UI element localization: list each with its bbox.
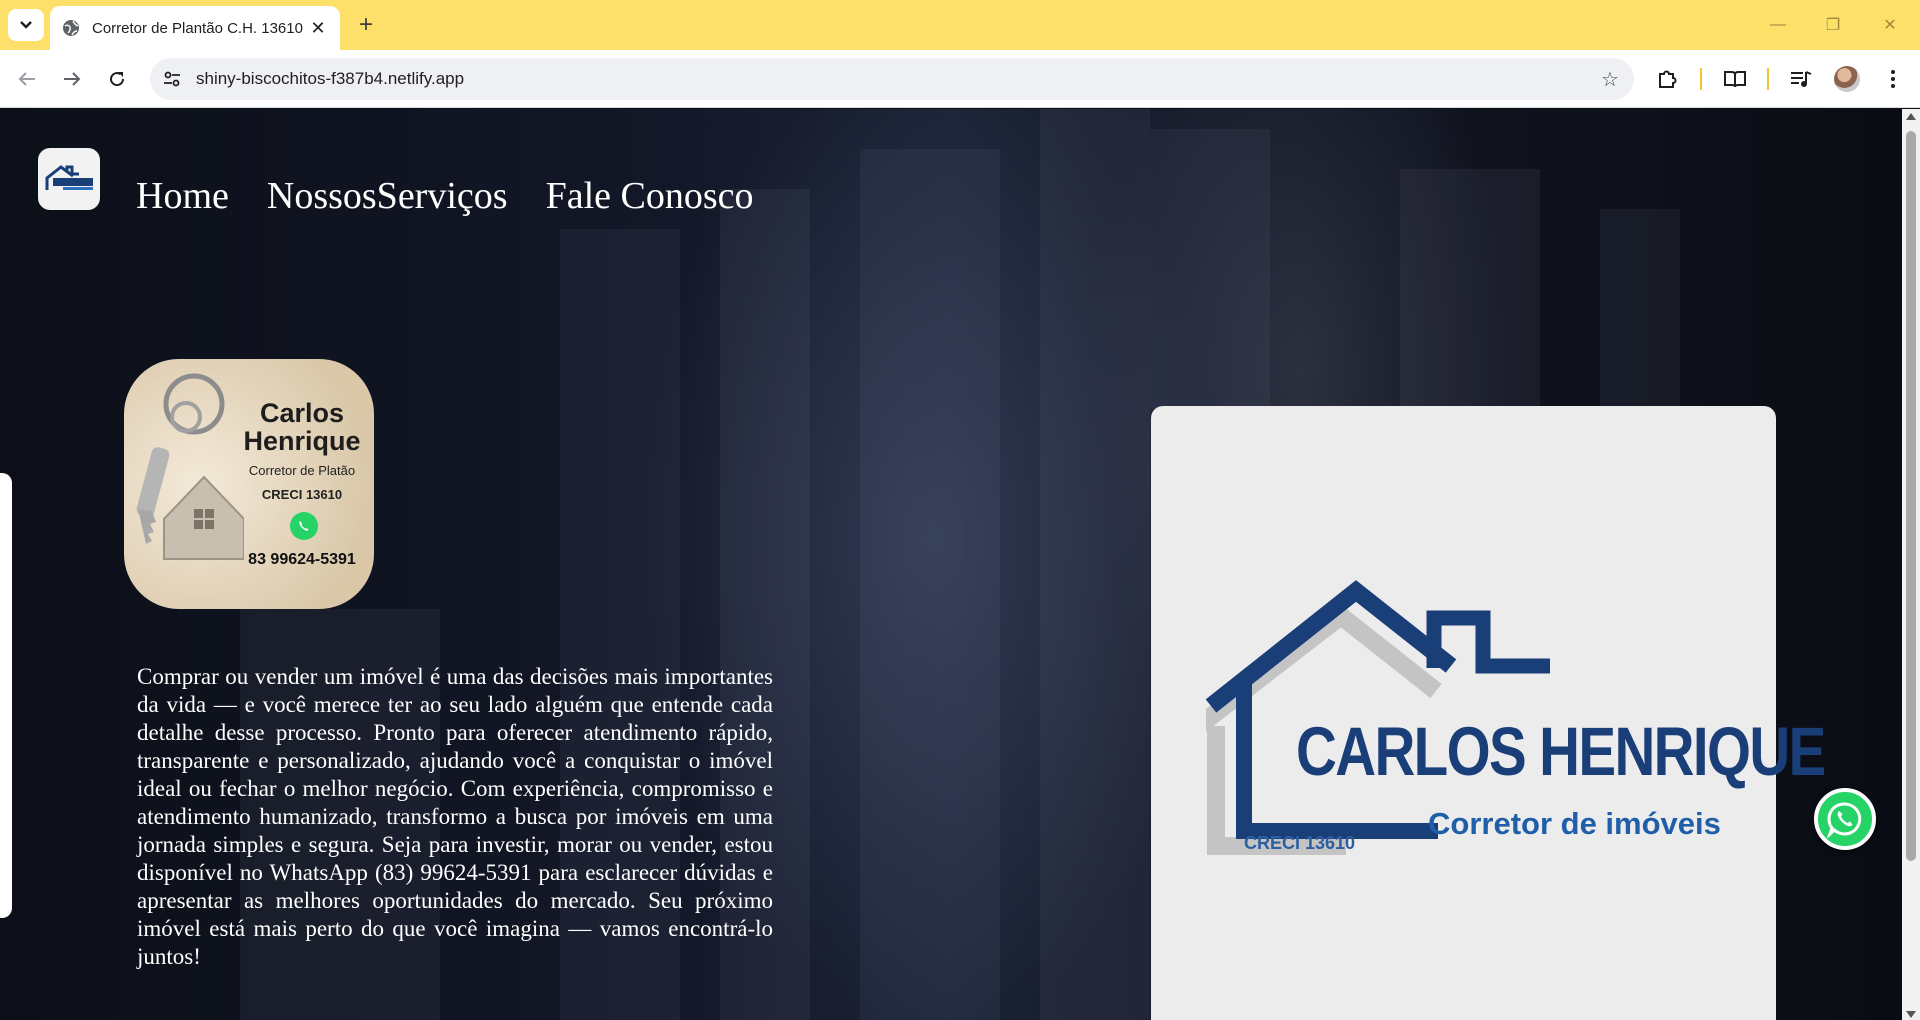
star-icon[interactable]: ☆ [1598,67,1622,91]
chevron-down-icon [20,21,32,29]
close-window-icon[interactable]: ✕ [1875,10,1905,40]
close-icon[interactable]: ✕ [308,18,328,38]
tab-title: Corretor de Plantão C.H. 13610 [92,19,303,37]
profile-avatar[interactable] [1834,66,1860,92]
scroll-down-icon[interactable] [1906,1011,1916,1018]
site-logo[interactable] [38,148,100,210]
whatsapp-icon [1827,802,1862,838]
background-building [1040,109,1150,1020]
background-building [1400,169,1540,409]
media-control-icon[interactable] [1786,64,1816,94]
page-scrollbar[interactable] [1902,109,1920,1020]
plus-icon[interactable]: + [352,11,380,39]
brand-creci: CRECI 13610 [1244,833,1356,853]
background-building [860,149,1000,1020]
brand-subtitle: Corretor de imóveis [1428,806,1721,841]
nav-services-link[interactable]: NossosServiços [267,174,508,218]
minimize-icon[interactable]: — [1763,10,1793,40]
house-logo-icon [45,165,93,190]
puzzle-icon[interactable] [1652,64,1682,94]
browser-titlebar: Corretor de Plantão C.H. 13610 ✕ + — ❐ ✕ [0,0,1920,50]
about-paragraph: Comprar ou vender um imóvel é uma das de… [137,664,773,969]
background-building [1150,129,1270,409]
site-navigation: Home NossosServiços Fale Conosco [136,174,754,218]
toolbar-separator [1700,68,1702,90]
business-card-image: Carlos Henrique Corretor de Platão CRECI… [124,359,374,609]
scrollbar-thumb[interactable] [1906,131,1916,861]
tune-icon[interactable] [162,69,182,89]
scroll-up-icon[interactable] [1906,113,1916,120]
browser-tab-active[interactable]: Corretor de Plantão C.H. 13610 ✕ [50,6,340,50]
browser-toolbar: shiny-biscochitos-f387b4.netlify.app ☆ [0,50,1920,108]
side-panel-tab[interactable] [0,473,12,918]
card-creci: CRECI 13610 [261,487,343,502]
background-building [1600,209,1680,409]
page-background: Home NossosServiços Fale Conosco Carlos … [0,109,1902,1020]
back-arrow-icon[interactable] [12,64,42,94]
kebab-menu-icon[interactable] [1878,64,1908,94]
card-name: Carlos Henrique [243,398,361,456]
tab-list-button[interactable] [8,9,44,41]
brand-name: CARLOS HENRIQUE [1296,713,1826,790]
globe-icon [63,20,79,36]
forward-arrow-icon[interactable] [57,64,87,94]
card-role: Corretor de Platão [248,463,356,478]
book-icon[interactable] [1720,64,1750,94]
nav-contact-link[interactable]: Fale Conosco [546,174,754,218]
address-bar[interactable]: shiny-biscochitos-f387b4.netlify.app ☆ [150,58,1634,100]
restore-icon[interactable]: ❐ [1818,10,1848,40]
whatsapp-float-button[interactable] [1814,788,1876,850]
url-text: shiny-biscochitos-f387b4.netlify.app [196,69,465,88]
reload-icon[interactable] [102,64,132,94]
card-phone: 83 99624-5391 [248,551,356,568]
brand-logo-panel: CARLOS HENRIQUE Corretor de imóveis CREC… [1151,406,1826,1020]
toolbar-separator [1767,68,1769,90]
key-house-icon [136,373,244,560]
whatsapp-icon [290,512,318,540]
nav-home-link[interactable]: Home [136,174,229,218]
